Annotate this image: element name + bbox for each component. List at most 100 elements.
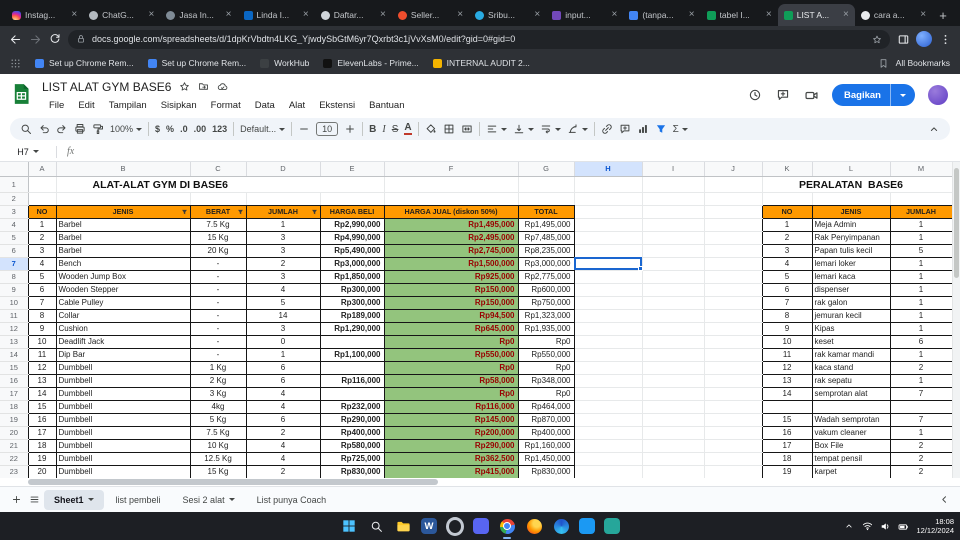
- row-header-8[interactable]: 8: [0, 270, 29, 284]
- star-document-icon[interactable]: [179, 81, 190, 92]
- cell-M23[interactable]: 2: [889, 464, 953, 478]
- tab-close-icon[interactable]: ×: [612, 10, 618, 20]
- cell-A22[interactable]: 19: [27, 451, 57, 466]
- toolbar-search-icon[interactable]: [20, 123, 32, 135]
- browser-tab[interactable]: Daftar... ×: [315, 4, 392, 26]
- menu-file[interactable]: File: [42, 100, 71, 111]
- cell-A14[interactable]: 11: [27, 347, 57, 362]
- cell-C3[interactable]: BERAT: [189, 204, 247, 219]
- cell-D10[interactable]: 5: [245, 295, 321, 310]
- insert-comment-icon[interactable]: [619, 123, 631, 135]
- cell-J3[interactable]: [704, 205, 763, 219]
- cell-A8[interactable]: 5: [27, 269, 57, 284]
- row-header-5[interactable]: 5: [0, 231, 29, 245]
- cell-D14[interactable]: 1: [245, 347, 321, 362]
- font-size-input[interactable]: 10: [316, 122, 339, 136]
- cell-A21[interactable]: 18: [27, 438, 57, 453]
- cell-B12[interactable]: Cushion: [55, 321, 191, 336]
- cell-E20[interactable]: Rp400,000: [319, 425, 385, 440]
- select-all-corner[interactable]: [0, 162, 29, 177]
- cell-C15[interactable]: 1 Kg: [189, 360, 247, 375]
- cell-H22[interactable]: [574, 452, 643, 466]
- all-bookmarks-button[interactable]: All Bookmarks: [877, 56, 950, 70]
- document-title[interactable]: LIST ALAT GYM BASE6: [42, 80, 171, 94]
- cell-L16[interactable]: rak sepatu: [811, 373, 891, 388]
- taskbar-settings-icon[interactable]: [446, 517, 464, 535]
- cell-K5[interactable]: 2: [761, 230, 813, 245]
- all-sheets-icon[interactable]: [26, 492, 42, 508]
- cell-M9[interactable]: 1: [889, 282, 953, 297]
- text-rotation-icon[interactable]: [567, 123, 588, 135]
- name-box-caret-icon[interactable]: [32, 150, 39, 153]
- cell-I13[interactable]: [642, 335, 705, 349]
- filter-icon[interactable]: [311, 208, 318, 215]
- cell-H5[interactable]: [574, 231, 643, 245]
- cell-K17[interactable]: 14: [761, 386, 813, 401]
- menu-ekstensi[interactable]: Ekstensi: [312, 100, 362, 111]
- cell-K7[interactable]: 4: [761, 256, 813, 271]
- cell-H4[interactable]: [574, 218, 643, 232]
- zoom-select[interactable]: 100%: [110, 124, 143, 134]
- cell-E4[interactable]: Rp2,990,000: [319, 217, 385, 232]
- sheet-tab-sheet1[interactable]: Sheet1: [44, 489, 104, 510]
- add-sheet-icon[interactable]: [8, 492, 24, 508]
- cell-E5[interactable]: Rp4,990,000: [319, 230, 385, 245]
- cell-K12[interactable]: 9: [761, 321, 813, 336]
- cell-B2[interactable]: [56, 192, 191, 206]
- cell-B15[interactable]: Dumbbell: [55, 360, 191, 375]
- cell-J18[interactable]: [704, 400, 763, 414]
- cell-G4[interactable]: Rp1,495,000: [517, 217, 575, 232]
- bookmark-item[interactable]: WorkHub: [260, 58, 309, 68]
- cell-G10[interactable]: Rp750,000: [517, 295, 575, 310]
- cell-M4[interactable]: 1: [889, 217, 953, 232]
- cell-A1[interactable]: [28, 176, 57, 193]
- cell-L2[interactable]: [812, 192, 891, 206]
- cell-E23[interactable]: Rp830,000: [319, 464, 385, 478]
- cell-I6[interactable]: [642, 244, 705, 258]
- cell-F6[interactable]: Rp2,745,000: [383, 243, 519, 258]
- cell-J23[interactable]: [704, 465, 763, 478]
- cell-K6[interactable]: 3: [761, 243, 813, 258]
- print-icon[interactable]: [74, 123, 86, 135]
- cell-G6[interactable]: Rp8,235,000: [517, 243, 575, 258]
- cell-E22[interactable]: Rp725,000: [319, 451, 385, 466]
- menu-bantuan[interactable]: Bantuan: [362, 100, 411, 111]
- taskbar-search-icon[interactable]: [367, 517, 385, 535]
- cell-L8[interactable]: lemari kaca: [811, 269, 891, 284]
- sheet-tab-list-punya-coach[interactable]: List punya Coach: [247, 490, 337, 510]
- cell-B14[interactable]: Dip Bar: [55, 347, 191, 362]
- cell-F12[interactable]: Rp645,000: [383, 321, 519, 336]
- tab-close-icon[interactable]: ×: [689, 10, 695, 20]
- tray-chevron-icon[interactable]: [844, 521, 855, 532]
- column-header-A[interactable]: A: [28, 162, 57, 177]
- fill-color-icon[interactable]: [425, 123, 437, 135]
- cell-K23[interactable]: 19: [761, 464, 813, 478]
- column-header-I[interactable]: I: [642, 162, 705, 177]
- row-header-17[interactable]: 17: [0, 387, 29, 401]
- cell-L17[interactable]: semprotan alat: [811, 386, 891, 401]
- taskbar-start-icon[interactable]: [340, 517, 358, 535]
- sheet-tab-sesi-2-alat[interactable]: Sesi 2 alat: [173, 490, 245, 510]
- share-dropdown-icon[interactable]: [890, 84, 915, 106]
- increase-font-size-icon[interactable]: [344, 123, 356, 135]
- cell-H11[interactable]: [574, 309, 643, 323]
- cell-F9[interactable]: Rp150,000: [383, 282, 519, 297]
- cell-F20[interactable]: Rp200,000: [383, 425, 519, 440]
- volume-icon[interactable]: [880, 521, 891, 532]
- cell-F3[interactable]: HARGA JUAL (diskon 50%): [383, 204, 519, 219]
- cell-C18[interactable]: 4kg: [189, 399, 247, 414]
- new-tab-button[interactable]: +: [932, 4, 954, 26]
- tab-close-icon[interactable]: ×: [920, 10, 926, 20]
- cell-G21[interactable]: Rp1,160,000: [517, 438, 575, 453]
- row-header-11[interactable]: 11: [0, 309, 29, 323]
- cell-D19[interactable]: 6: [245, 412, 321, 427]
- cell-A20[interactable]: 17: [27, 425, 57, 440]
- cell-I5[interactable]: [642, 231, 705, 245]
- row-header-4[interactable]: 4: [0, 218, 29, 232]
- cell-K11[interactable]: 8: [761, 308, 813, 323]
- cell-D23[interactable]: 2: [245, 464, 321, 478]
- cell-C4[interactable]: 7.5 Kg: [189, 217, 247, 232]
- more-number-formats[interactable]: 123: [212, 124, 227, 134]
- cell-H17[interactable]: [574, 387, 643, 401]
- cell-L19[interactable]: Wadah semprotan: [811, 412, 891, 427]
